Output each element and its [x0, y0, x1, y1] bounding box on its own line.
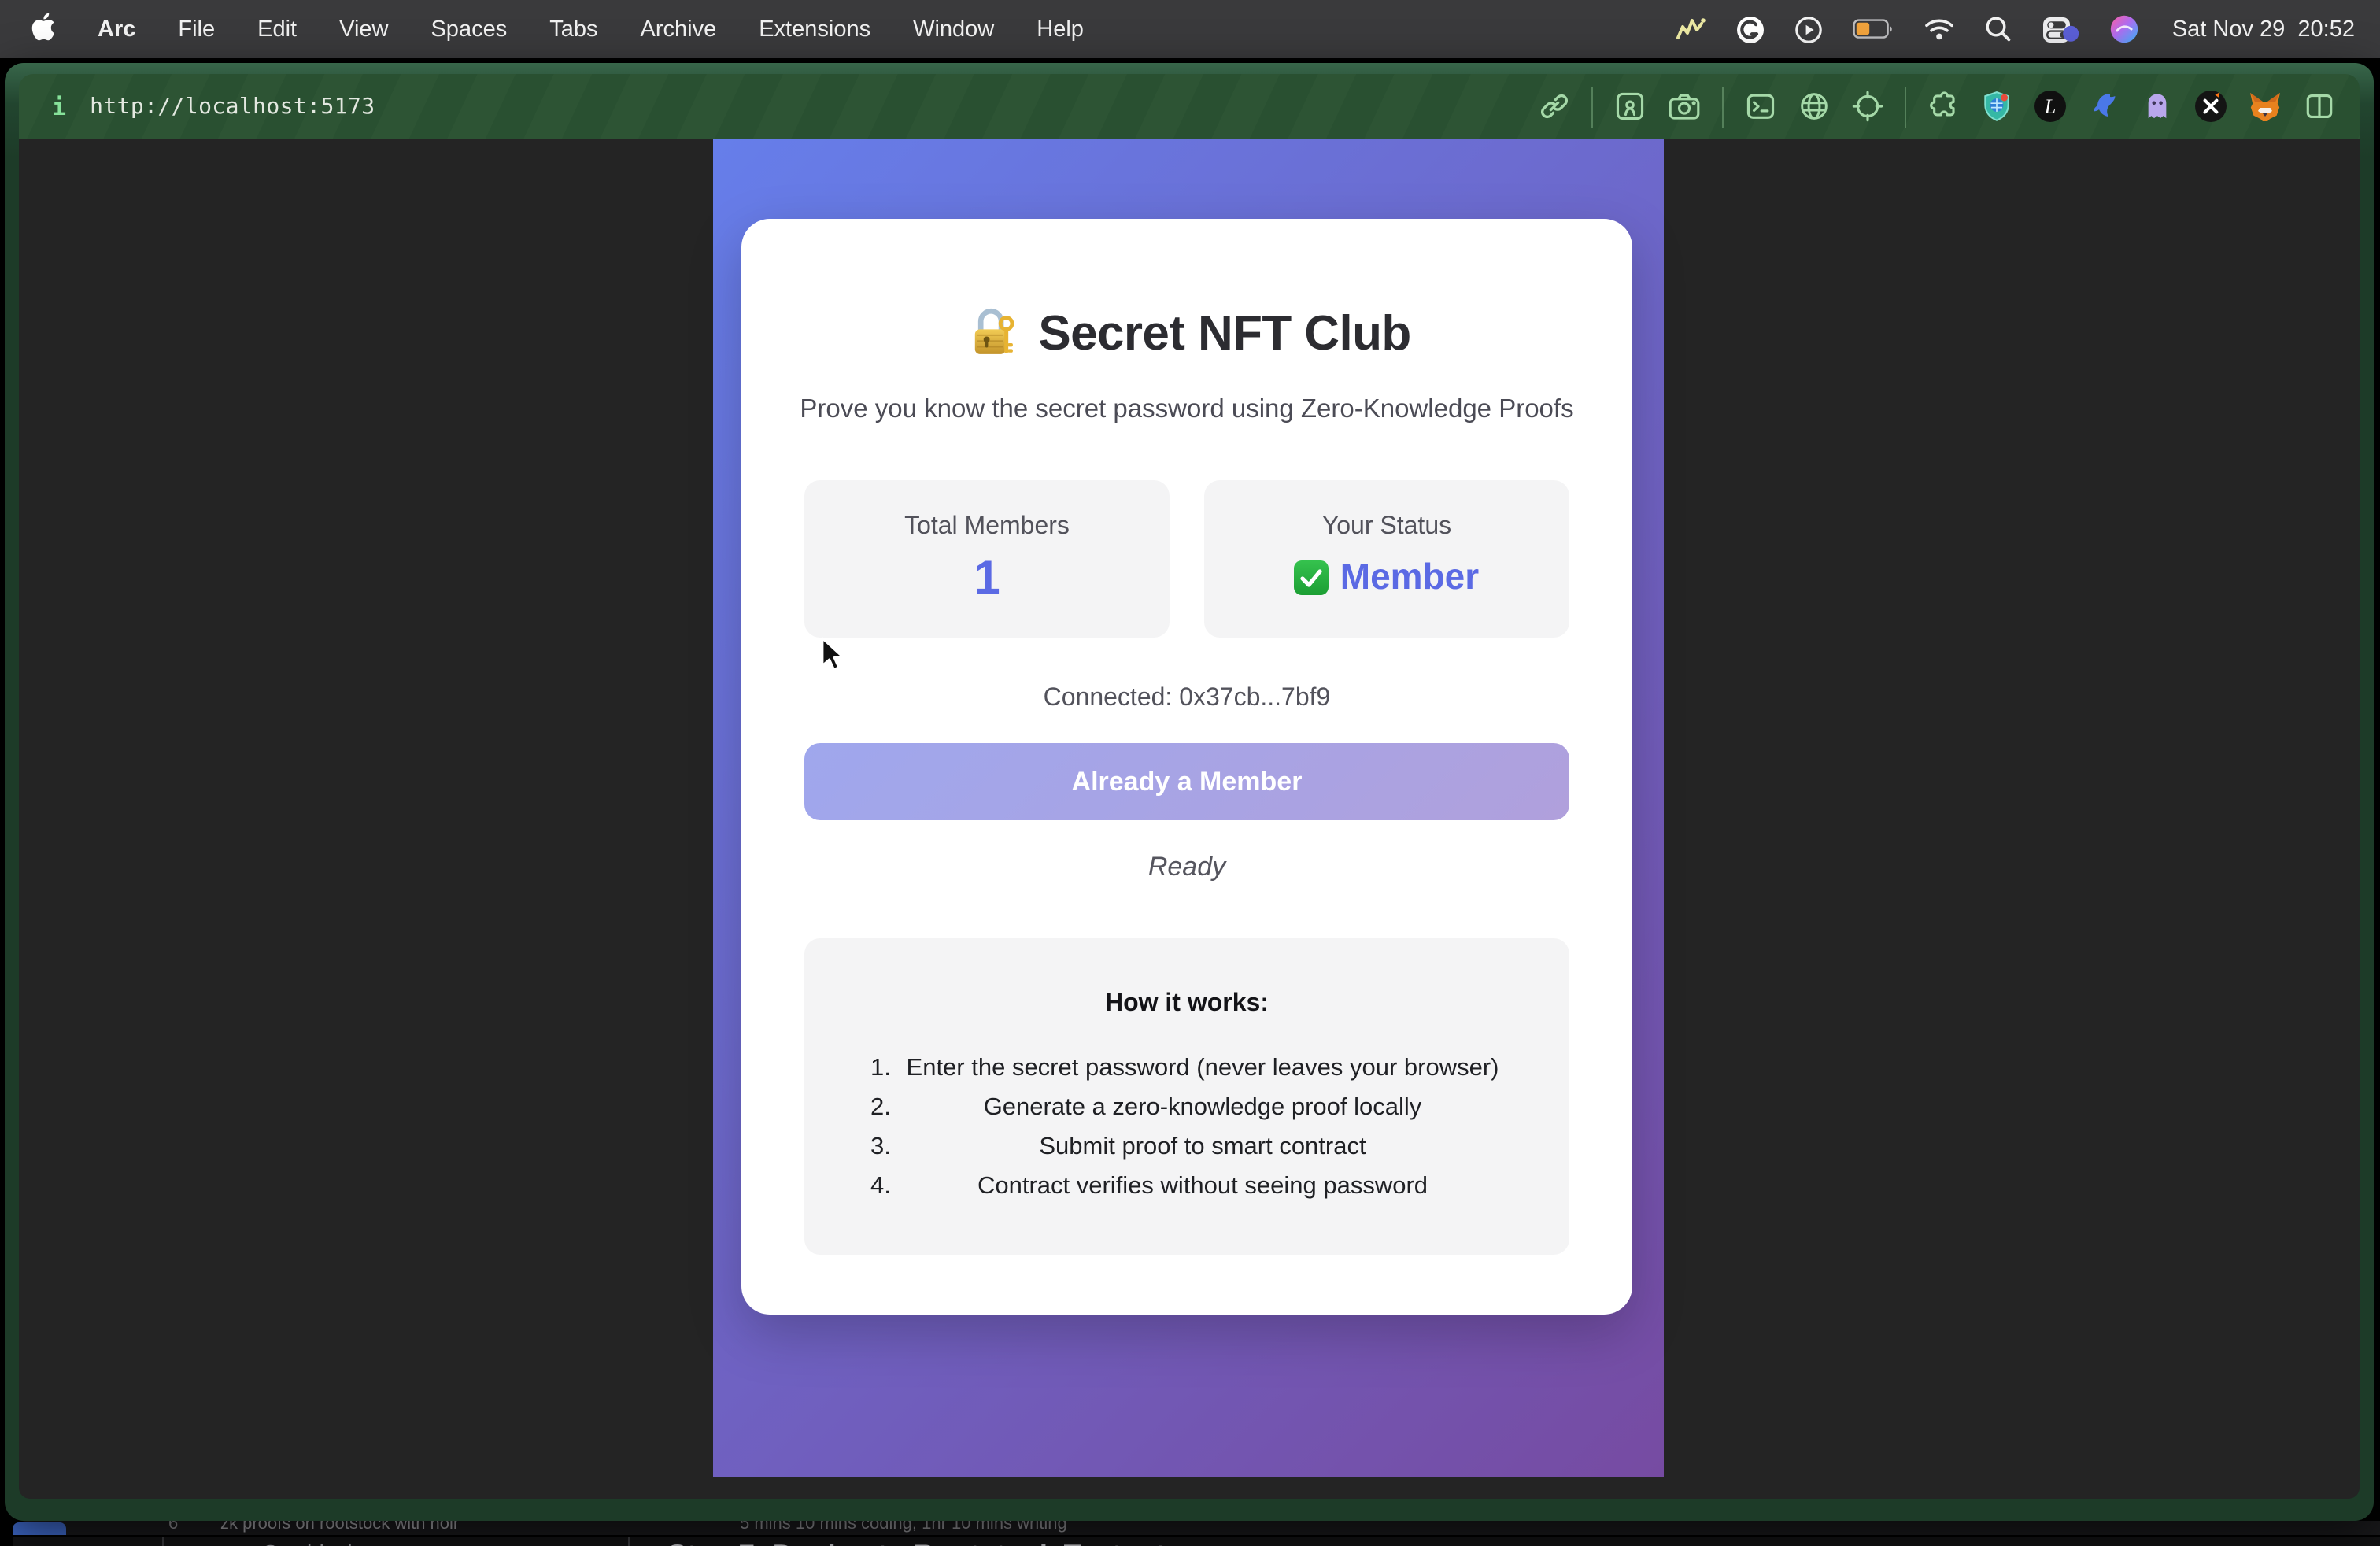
screen: Arc File Edit View Spaces Tabs Archive E…: [0, 0, 2380, 1546]
how-it-works-heading: How it works:: [804, 990, 1569, 1019]
how-step-4: 4. Contract verifies without seeing pass…: [804, 1168, 1569, 1208]
apple-logo-icon: [31, 12, 55, 40]
toolbar-divider: [1905, 86, 1906, 127]
target-icon[interactable]: [1851, 90, 1884, 123]
background-count-badge: 6: [168, 1521, 178, 1533]
menubar-item-tabs[interactable]: Tabs: [549, 17, 597, 42]
locked-with-key-icon: [963, 304, 1021, 362]
menubar-item-spaces[interactable]: Spaces: [431, 17, 507, 42]
url-text[interactable]: http://localhost:5173: [90, 94, 375, 119]
browser-toolbar: i http://localhost:5173: [19, 74, 2360, 139]
background-window-strip: 6 zk proofs on rootstock with noir 5 min…: [0, 1521, 2380, 1546]
info-icon[interactable]: i: [52, 92, 66, 120]
control-center-icon[interactable]: [2042, 15, 2079, 43]
connected-address: Connected: 0x37cb...7bf9: [741, 685, 1632, 713]
stats-row: Total Members 1 Your Status Member: [804, 480, 1569, 638]
how-step-3: 3. Submit proof to smart contract: [804, 1129, 1569, 1168]
stocks-icon[interactable]: [1675, 16, 1706, 43]
total-members-box: Total Members 1: [804, 480, 1170, 638]
step-text: Contract verifies without seeing passwor…: [842, 1173, 1563, 1201]
svg-text:L: L: [2044, 95, 2056, 118]
page-viewport: Secret NFT Club Prove you know the secre…: [19, 139, 2360, 1499]
toolbar-divider: [1722, 86, 1724, 127]
url-bar[interactable]: i http://localhost:5173: [19, 92, 375, 120]
total-members-label: Total Members: [804, 513, 1170, 542]
menubar-item-help[interactable]: Help: [1037, 17, 1084, 42]
blue-bird-icon[interactable]: [2087, 90, 2120, 123]
camera-icon[interactable]: [1667, 90, 1702, 123]
table-column-divider: [628, 1537, 630, 1546]
step-text: Enter the secret password (never leaves …: [842, 1055, 1563, 1083]
split-view-icon[interactable]: [2303, 90, 2336, 123]
ghost-icon[interactable]: [2141, 90, 2174, 123]
menubar-item-file[interactable]: File: [178, 17, 215, 42]
toolbar-divider: [1591, 86, 1593, 127]
page-subtitle: Prove you know the secret password using…: [741, 395, 1632, 425]
background-cell-step7: Step 7: Deploy to Rootstock Testnet: [667, 1538, 1166, 1546]
your-status-label: Your Status: [1204, 513, 1569, 542]
arc-browser-window: i http://localhost:5173: [5, 63, 2374, 1521]
menubar-item-edit[interactable]: Edit: [257, 17, 297, 42]
screenshot-icon[interactable]: [1613, 90, 1646, 123]
globe-icon[interactable]: [1798, 90, 1831, 123]
link-icon[interactable]: [1538, 90, 1571, 123]
apple-menu[interactable]: [31, 12, 55, 46]
background-table-row: Symbiosis Step 7: Deploy to Rootstock Te…: [13, 1535, 2380, 1546]
play-icon[interactable]: [1794, 15, 1823, 43]
step-text: Submit proof to smart contract: [842, 1134, 1563, 1162]
grammarly-icon[interactable]: [1736, 15, 1765, 43]
menubar-item-view[interactable]: View: [339, 17, 388, 42]
menubar-item-window[interactable]: Window: [913, 17, 994, 42]
page-title-text: Secret NFT Club: [1038, 305, 1410, 361]
script-l-icon[interactable]: L: [2034, 90, 2067, 123]
check-mark-icon: [1295, 560, 1329, 594]
total-members-value: 1: [804, 553, 1170, 606]
spotlight-search-icon[interactable]: [1985, 16, 2012, 43]
siri-icon[interactable]: [2109, 14, 2139, 44]
menubar-item-archive[interactable]: Archive: [641, 17, 717, 42]
x-black-icon[interactable]: [2194, 90, 2227, 123]
already-member-button[interactable]: Already a Member: [804, 743, 1569, 820]
background-time-note: 5 mins 10 mins coding, 1hr 10 mins writi…: [740, 1521, 1067, 1533]
battery-icon[interactable]: [1853, 19, 1894, 39]
how-it-works-box: How it works: 1. Enter the secret passwo…: [804, 938, 1569, 1255]
page-gradient-background: Secret NFT Club Prove you know the secre…: [713, 139, 1664, 1477]
secret-nft-club-card: Secret NFT Club Prove you know the secre…: [741, 219, 1632, 1315]
step-text: Generate a zero-knowledge proof locally: [842, 1094, 1563, 1123]
menubar-item-extensions[interactable]: Extensions: [759, 17, 870, 42]
page-title: Secret NFT Club: [741, 304, 1632, 362]
macos-menubar: Arc File Edit View Spaces Tabs Archive E…: [0, 0, 2380, 58]
background-task-row: 6 zk proofs on rootstock with noir 5 min…: [13, 1521, 2380, 1535]
menubar-item-arc[interactable]: Arc: [98, 17, 135, 42]
wifi-icon[interactable]: [1924, 17, 1955, 41]
metamask-fox-icon[interactable]: [2248, 90, 2282, 123]
your-status-box: Your Status Member: [1204, 480, 1569, 638]
privacy-shield-icon[interactable]: [1980, 89, 2013, 124]
background-task-text: zk proofs on rootstock with noir: [220, 1521, 459, 1533]
menubar-clock[interactable]: Sat Nov 29 20:52: [2172, 17, 2355, 42]
how-step-1: 1. Enter the secret password (never leav…: [804, 1050, 1569, 1089]
extensions-puzzle-icon[interactable]: [1927, 90, 1960, 123]
mouse-cursor: [820, 636, 847, 674]
table-column-divider: [162, 1537, 164, 1546]
desktop: 6 zk proofs on rootstock with noir 5 min…: [0, 58, 2380, 1546]
terminal-icon[interactable]: [1744, 90, 1777, 123]
status-text: Ready: [741, 852, 1632, 883]
background-cell-symbiosis: Symbiosis: [263, 1540, 364, 1546]
your-status-value: Member: [1340, 556, 1479, 598]
how-step-2: 2. Generate a zero-knowledge proof local…: [804, 1089, 1569, 1129]
